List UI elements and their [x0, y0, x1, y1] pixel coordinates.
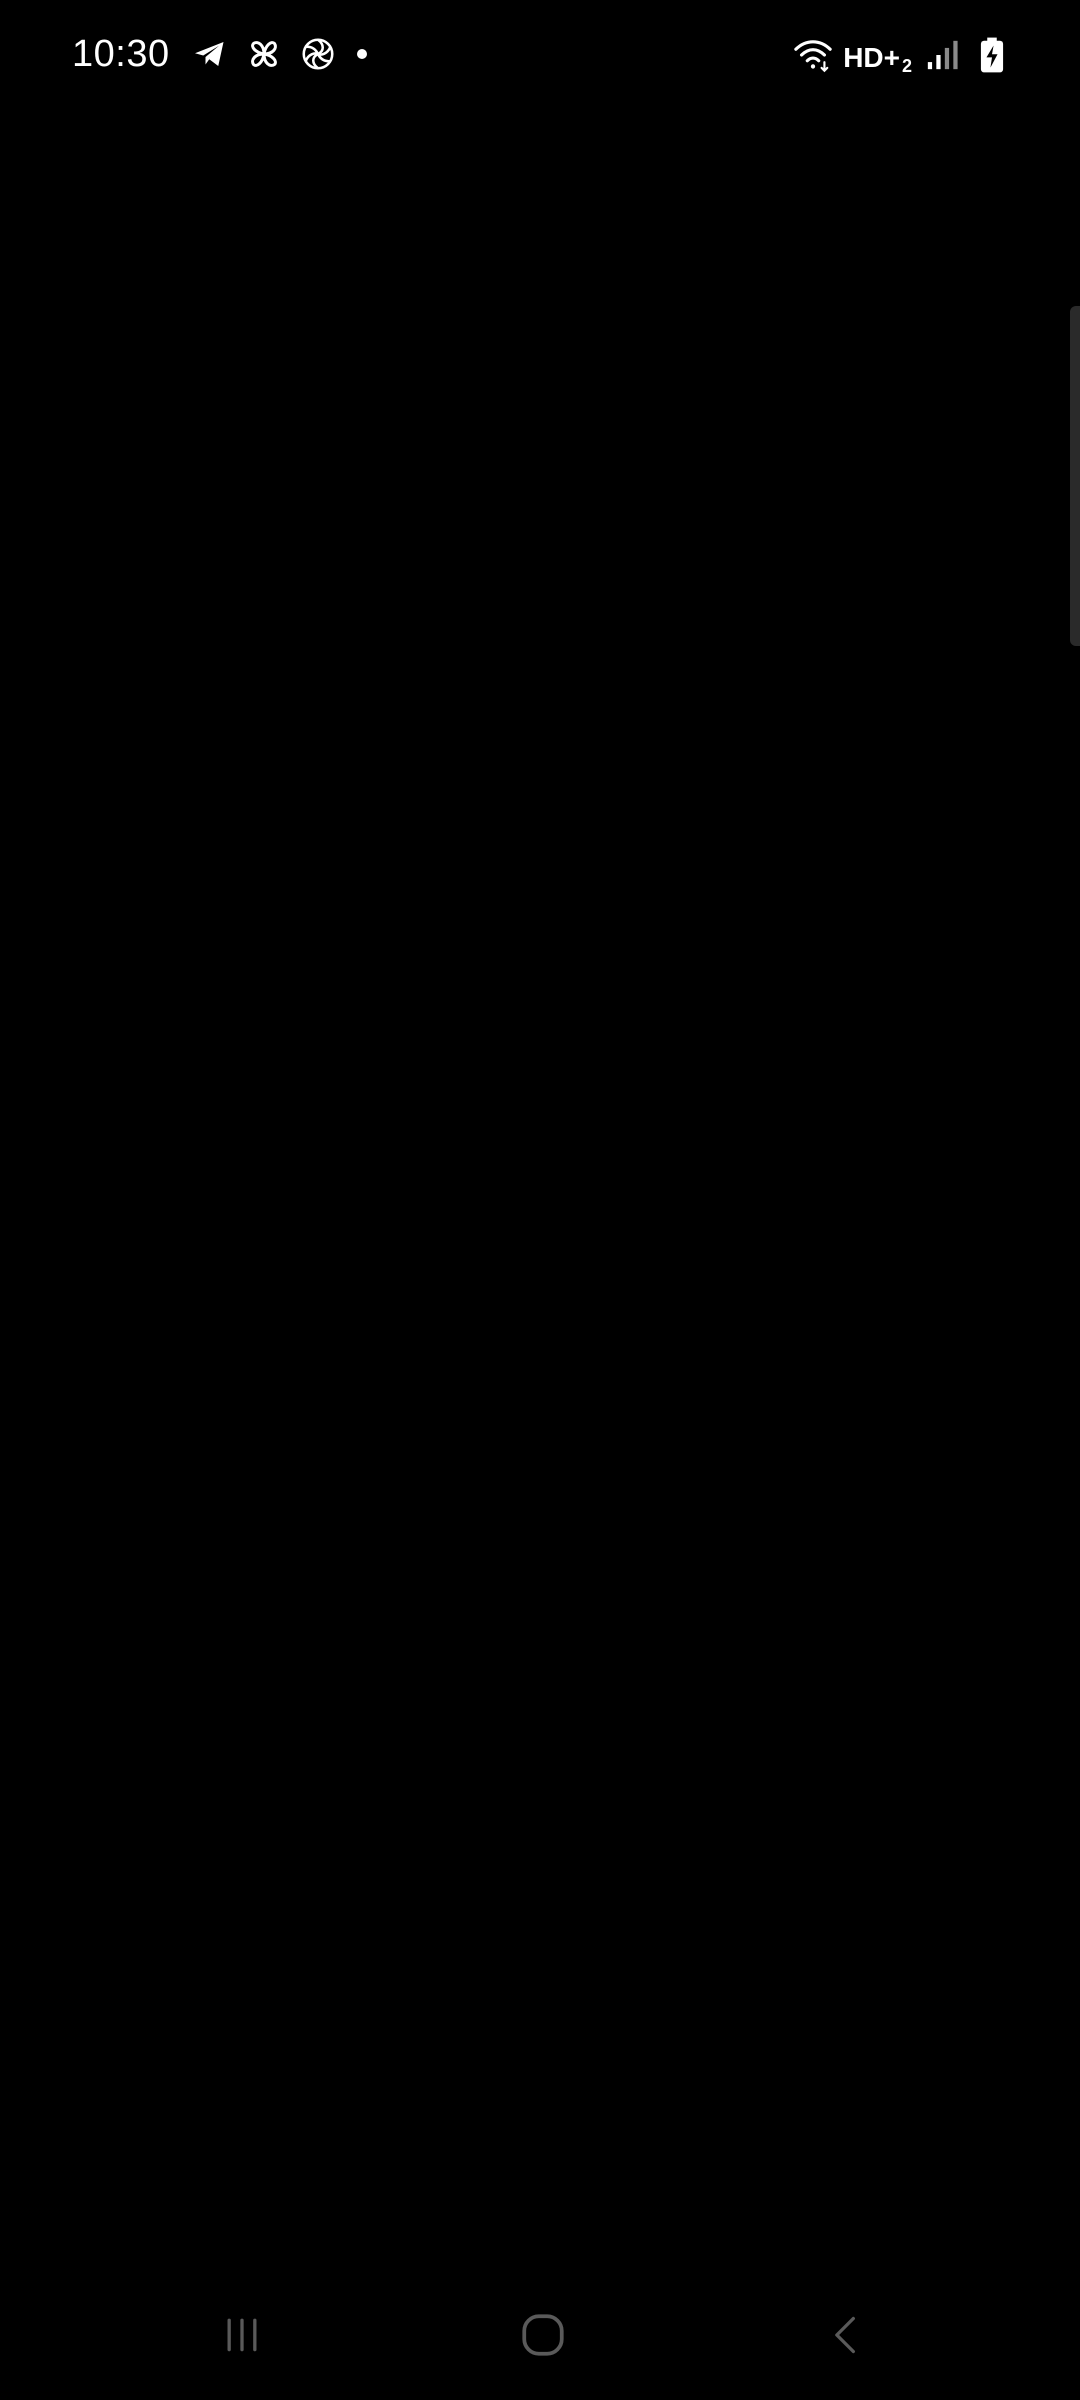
- openai-icon: [298, 34, 338, 74]
- blank-content-area: [0, 110, 1080, 2260]
- back-button[interactable]: [806, 2300, 886, 2370]
- home-icon: [522, 2314, 564, 2356]
- telegram-icon: [190, 34, 230, 74]
- recents-icon: [227, 2318, 257, 2352]
- status-bar-right: HD+ 2: [793, 32, 1012, 78]
- status-bar-left: 10:30: [72, 24, 372, 84]
- signal-icon: [922, 35, 962, 75]
- network-sub-label: 2: [901, 56, 912, 76]
- notification-dot-icon: [352, 34, 372, 74]
- wifi-icon: [793, 35, 833, 75]
- back-icon: [835, 2316, 855, 2354]
- volte-icon: HD+ 2: [843, 35, 912, 75]
- pinwheel-icon: [244, 34, 284, 74]
- recents-button[interactable]: [202, 2300, 282, 2370]
- network-label: HD+: [843, 42, 900, 73]
- scrollbar-thumb[interactable]: [1070, 306, 1080, 646]
- home-button[interactable]: [503, 2300, 583, 2370]
- status-bar: 10:30 HD+ 2: [0, 0, 1080, 110]
- navigation-bar: [0, 2270, 1080, 2400]
- clock: 10:30: [72, 32, 170, 75]
- battery-charging-icon: [972, 35, 1012, 75]
